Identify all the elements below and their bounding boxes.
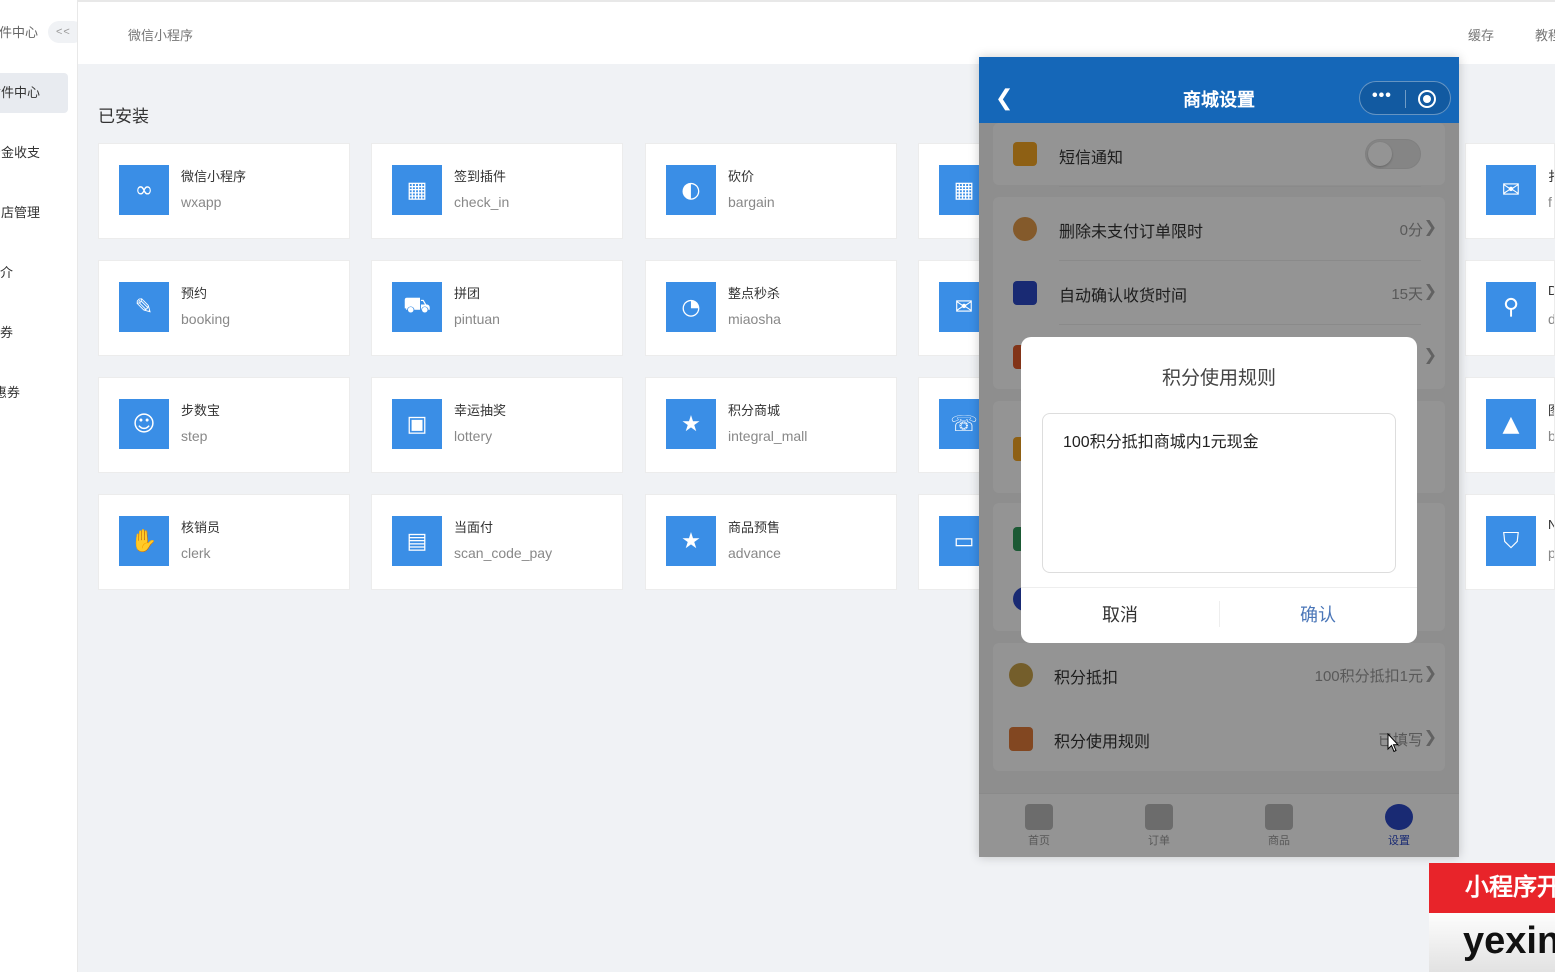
- close-target-icon[interactable]: [1418, 90, 1436, 108]
- tutorial-link[interactable]: 教程: [1535, 25, 1555, 44]
- points-rule-dialog: 积分使用规则 100积分抵扣商城内1元现金 取消 确认: [1021, 337, 1417, 643]
- plugin-card[interactable]: ★ 积分商城 integral_mall: [645, 377, 897, 473]
- plugin-card[interactable]: ▤ 当面付 scan_code_pay: [371, 494, 623, 590]
- plugin-card[interactable]: ◐ 砍价 bargain: [645, 143, 897, 239]
- watermark: 小程序开 yexin: [1429, 863, 1555, 972]
- sidebar-item-plugin-center[interactable]: 插件中心: [0, 73, 68, 113]
- confirm-button[interactable]: 确认: [1219, 588, 1417, 643]
- clock-icon: ◔: [666, 282, 716, 332]
- breadcrumb[interactable]: 微信小程序: [128, 25, 193, 44]
- plugin-code: clerk: [181, 545, 211, 561]
- search-map-icon: ⚲: [1486, 282, 1536, 332]
- cart-icon: ⛟: [392, 282, 442, 332]
- plugin-card[interactable]: ⚲ Dd: [1465, 260, 1555, 356]
- plugin-code: step: [181, 428, 208, 444]
- memo-icon: ✎: [119, 282, 169, 332]
- plugin-card[interactable]: ✎ 预约 booking: [98, 260, 350, 356]
- phone-header: ❮ 商城设置 •••: [979, 57, 1459, 123]
- plugin-name: 幸运抽奖: [454, 403, 507, 418]
- plugin-code: wxapp: [181, 194, 222, 210]
- points-rule-textarea[interactable]: 100积分抵扣商城内1元现金: [1042, 413, 1396, 573]
- cache-link[interactable]: 缓存: [1468, 25, 1494, 44]
- link-icon: ∞: [119, 165, 169, 215]
- plugin-name: 积分商城: [728, 403, 781, 418]
- plugin-name: 扌: [1548, 166, 1554, 185]
- plugin-card[interactable]: ▦ 签到插件 check_in: [371, 143, 623, 239]
- installed-section-title: 已安装: [98, 107, 149, 126]
- dialog-title: 积分使用规则: [1161, 368, 1276, 389]
- plugin-name: 微信小程序: [181, 169, 247, 184]
- watermark-bottom: yexin: [1429, 913, 1555, 972]
- plugin-name: 整点秒杀: [728, 286, 781, 301]
- plugin-card[interactable]: ✉ 扌f: [1465, 143, 1555, 239]
- plugin-name: 拼团: [454, 286, 481, 301]
- plugin-code: d: [1548, 311, 1554, 327]
- plugin-name: 图: [1548, 400, 1554, 419]
- sidebar-item-store[interactable]: 门店管理: [0, 193, 68, 233]
- plugin-code: miaosha: [728, 311, 781, 327]
- plugin-code: f: [1548, 194, 1552, 210]
- plugin-code: booking: [181, 311, 231, 327]
- plugin-card[interactable]: ★ 商品预售 advance: [645, 494, 897, 590]
- gift-box-icon: ▣: [392, 399, 442, 449]
- sidebar-item-4[interactable]: 介: [0, 253, 77, 293]
- plugin-code: b: [1548, 428, 1554, 444]
- plugin-name: 核销员: [181, 520, 221, 535]
- plugin-card[interactable]: ☺ 步数宝 step: [98, 377, 350, 473]
- plugin-name: 步数宝: [181, 403, 221, 418]
- calendar-icon: ▦: [392, 165, 442, 215]
- plugin-name: D: [1548, 283, 1554, 298]
- red-packet-icon: ✉: [1486, 165, 1536, 215]
- plugin-code: integral_mall: [728, 428, 808, 444]
- sidebar-item-5[interactable]: 券: [0, 313, 77, 353]
- plugin-name: N: [1548, 517, 1554, 532]
- sidebar-title: 插件中心: [0, 25, 39, 40]
- plugin-name: 商品预售: [728, 520, 781, 535]
- plugin-card[interactable]: ⛉ Np: [1465, 494, 1555, 590]
- mouse-cursor-icon: [1387, 733, 1399, 753]
- plugin-card[interactable]: ◔ 整点秒杀 miaosha: [645, 260, 897, 356]
- watermark-top: 小程序开: [1429, 863, 1555, 913]
- sidebar-item-6[interactable]: 惠券: [0, 373, 74, 413]
- collapse-sidebar-button[interactable]: <<: [48, 21, 77, 43]
- plugin-code: lottery: [454, 428, 493, 444]
- plugin-name: 当面付: [454, 520, 494, 535]
- plugin-name: 预约: [181, 286, 208, 301]
- plugin-card[interactable]: ⛟ 拼团 pintuan: [371, 260, 623, 356]
- plugin-name: 砍价: [728, 169, 755, 184]
- sidebar-item-finance[interactable]: 资金收支: [0, 133, 68, 173]
- plugin-code: check_in: [454, 194, 510, 210]
- plugin-code: advance: [728, 545, 781, 561]
- plugin-code: bargain: [728, 194, 775, 210]
- sidebar: 插件中心 << 插件中心 资金收支 门店管理 介 券 惠券: [0, 0, 78, 972]
- capsule-menu[interactable]: •••: [1359, 81, 1451, 115]
- presale-icon: ★: [666, 516, 716, 566]
- plugin-card[interactable]: ▲ 图b: [1465, 377, 1555, 473]
- cancel-button[interactable]: 取消: [1021, 588, 1219, 643]
- plugin-code: pintuan: [454, 311, 500, 327]
- plugin-card[interactable]: ∞ 微信小程序 wxapp: [98, 143, 350, 239]
- prize-icon: ★: [666, 399, 716, 449]
- plugin-name: 签到插件: [454, 169, 507, 184]
- top-bar: 微信小程序 缓存 教程: [78, 0, 1555, 64]
- qr-pay-icon: ▤: [392, 516, 442, 566]
- knife-icon: ◐: [666, 165, 716, 215]
- plugin-card[interactable]: ✋ 核销员 clerk: [98, 494, 350, 590]
- plugin-card[interactable]: ▣ 幸运抽奖 lottery: [371, 377, 623, 473]
- more-icon[interactable]: •••: [1372, 87, 1392, 105]
- mascot-icon: ☺: [119, 399, 169, 449]
- basket-icon: ⛉: [1486, 516, 1536, 566]
- handshake-icon: ✋: [119, 516, 169, 566]
- plugin-code: scan_code_pay: [454, 545, 553, 561]
- cone-icon: ▲: [1486, 399, 1536, 449]
- plugin-code: p: [1548, 545, 1554, 561]
